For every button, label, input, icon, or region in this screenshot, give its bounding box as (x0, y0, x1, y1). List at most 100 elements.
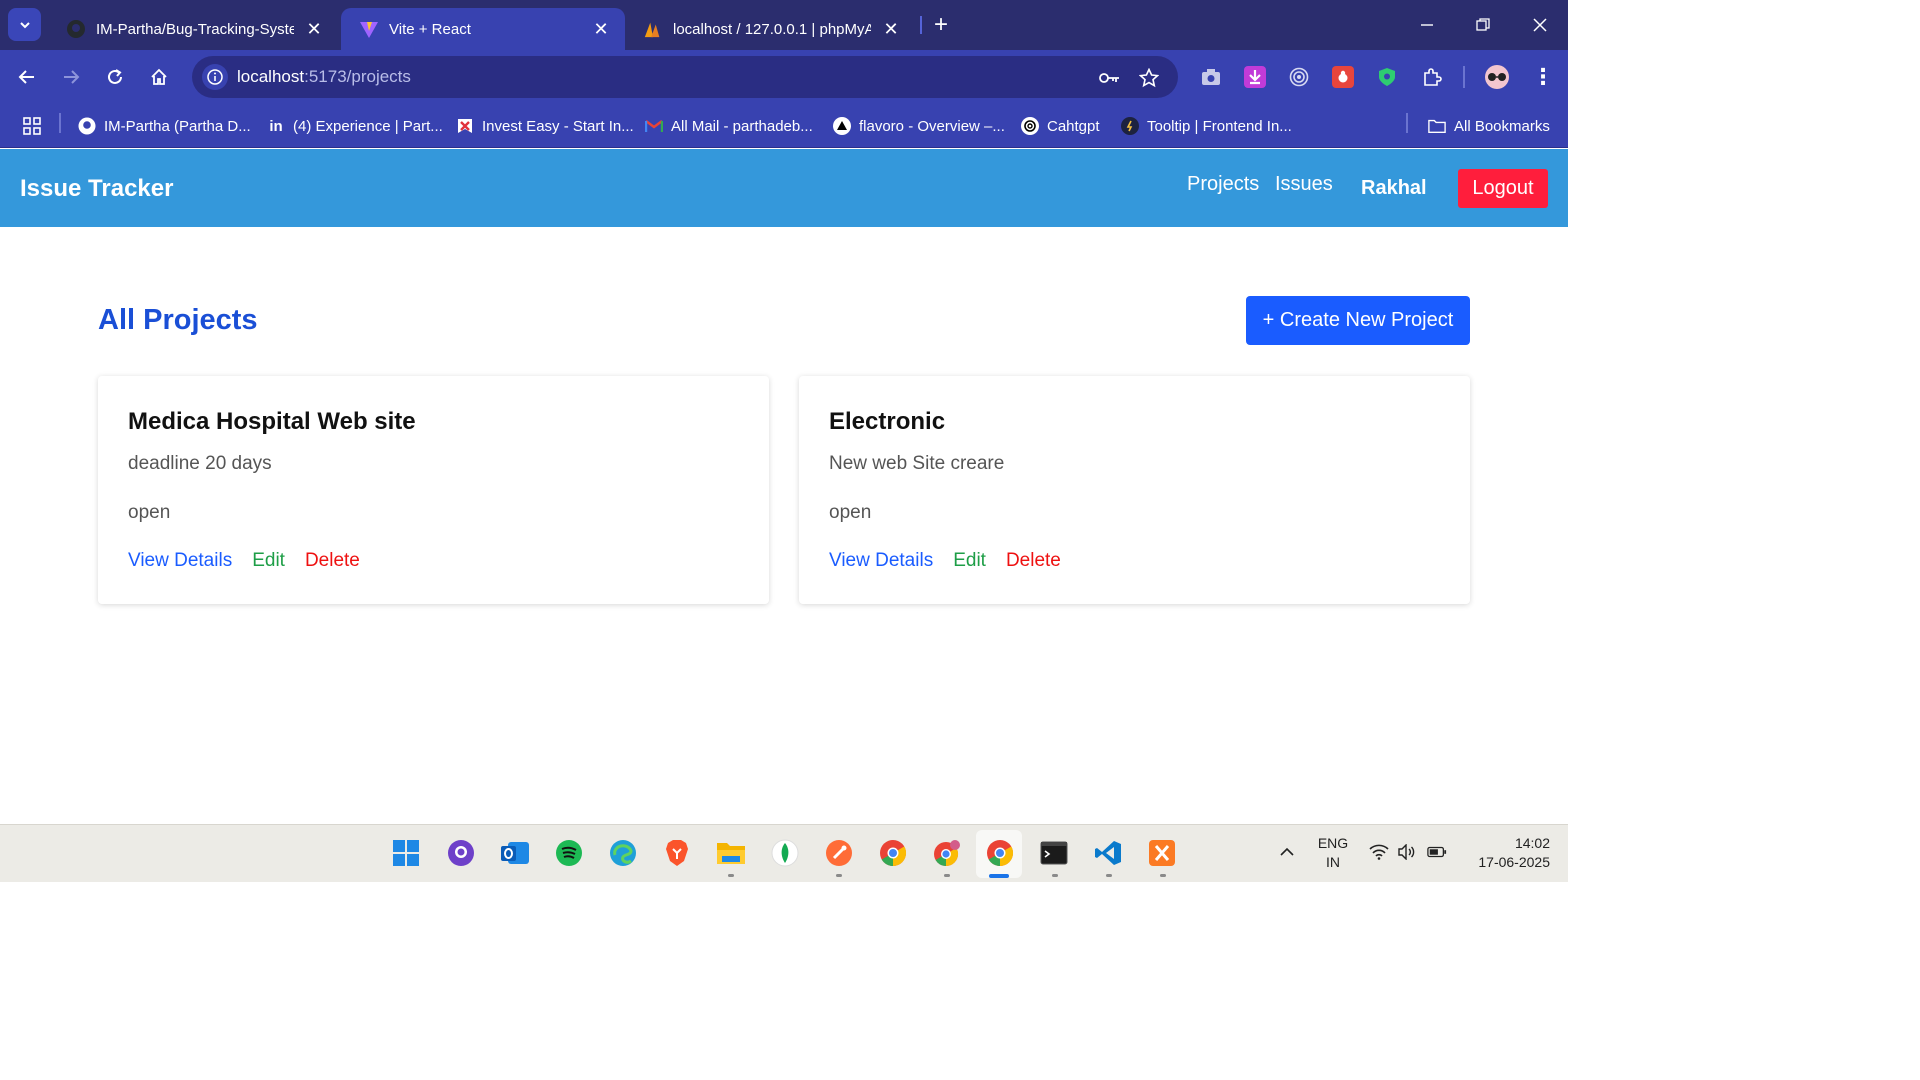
delete-link[interactable]: Delete (1006, 550, 1061, 572)
site-info-icon[interactable] (202, 64, 228, 90)
bookmark-linkedin[interactable]: in (4) Experience | Part... (267, 115, 443, 137)
edit-link[interactable]: Edit (252, 550, 285, 572)
tab-github[interactable]: IM-Partha/Bug-Tracking-System ✕ (48, 8, 338, 50)
project-status: open (829, 502, 872, 523)
shield-extension-icon[interactable] (1376, 66, 1398, 88)
frontend-icon (1121, 117, 1139, 135)
create-project-button[interactable]: + Create New Project (1246, 296, 1470, 345)
logout-button[interactable]: Logout (1458, 169, 1548, 208)
url-host: localhost (237, 67, 305, 86)
minimize-icon[interactable] (1412, 10, 1442, 40)
profile-avatar[interactable] (1485, 65, 1509, 89)
phpmyadmin-icon (643, 19, 663, 39)
chevron-down-icon (19, 21, 30, 28)
file-explorer-icon[interactable] (716, 838, 746, 868)
gmail-icon (645, 117, 663, 135)
view-details-link[interactable]: View Details (128, 550, 232, 572)
chrome-profile-icon[interactable] (932, 838, 962, 868)
chevron-up-icon[interactable] (1277, 842, 1297, 862)
mongodb-compass-icon[interactable] (770, 838, 800, 868)
tab-separator (920, 16, 922, 34)
chatgpt-icon (1021, 117, 1039, 135)
battery-icon[interactable] (1427, 842, 1447, 862)
menu-kebab-icon[interactable]: ⋮ (1532, 64, 1554, 90)
target-extension-icon[interactable] (1288, 66, 1310, 88)
running-indicator (836, 874, 842, 877)
chrome-active-icon[interactable] (985, 838, 1015, 868)
password-key-icon[interactable] (1098, 66, 1122, 90)
address-bar[interactable]: localhost:5173/projects (192, 56, 1178, 98)
github-icon (66, 19, 86, 39)
spotify-icon[interactable] (554, 838, 584, 868)
terminal-icon[interactable] (1039, 838, 1069, 868)
bookmark-invest-easy[interactable]: Invest Easy - Start In... (456, 115, 634, 137)
edit-link[interactable]: Edit (953, 550, 986, 572)
github-icon (78, 117, 96, 135)
running-indicator (1052, 874, 1058, 877)
extensions-puzzle-icon[interactable] (1421, 66, 1443, 88)
project-name: Electronic (829, 408, 946, 435)
tab-vite-react[interactable]: Vite + React ✕ (341, 8, 625, 50)
window-close-icon[interactable] (1525, 10, 1555, 40)
apps-grid-icon[interactable] (22, 115, 42, 137)
close-icon[interactable]: ✕ (304, 19, 324, 39)
volume-icon[interactable] (1397, 842, 1417, 862)
clock[interactable]: 14:02 17-06-2025 (1462, 834, 1550, 872)
bookmark-star-icon[interactable] (1137, 66, 1161, 90)
browser-tab-strip: IM-Partha/Bug-Tracking-System ✕ Vite + R… (0, 0, 1568, 50)
project-card: Medica Hospital Web site deadline 20 day… (98, 376, 769, 604)
running-indicator (944, 874, 950, 877)
screenshot-extension-icon[interactable] (1200, 66, 1222, 88)
bookmark-label: Cahtgpt (1047, 117, 1100, 135)
chrome-icon[interactable] (878, 838, 908, 868)
bookmarks-separator (59, 113, 61, 133)
bookmark-flavoro[interactable]: flavoro - Overview –... (833, 115, 1005, 137)
running-indicator (728, 874, 734, 877)
all-bookmarks[interactable]: All Bookmarks (1428, 115, 1550, 137)
bookmark-label: Tooltip | Frontend In... (1147, 117, 1292, 135)
new-tab-button[interactable]: + (928, 12, 954, 38)
brand-title[interactable]: Issue Tracker (20, 175, 173, 203)
xampp-icon[interactable] (1147, 838, 1177, 868)
restore-icon[interactable] (1468, 10, 1498, 40)
reload-icon[interactable] (100, 62, 130, 92)
postman-icon[interactable] (824, 838, 854, 868)
back-icon[interactable] (12, 62, 42, 92)
download-extension-icon[interactable] (1244, 66, 1266, 88)
tab-phpmyadmin[interactable]: localhost / 127.0.0.1 | phpMyAdmin ✕ (625, 8, 915, 50)
vscode-icon[interactable] (1093, 838, 1123, 868)
home-icon[interactable] (144, 62, 174, 92)
current-user-name: Rakhal (1361, 177, 1427, 199)
brave-icon[interactable] (662, 838, 692, 868)
vercel-icon (833, 117, 851, 135)
bookmark-chatgpt[interactable]: Cahtgpt (1021, 115, 1100, 137)
project-actions: View Details Edit Delete (829, 550, 1061, 572)
github-desktop-icon[interactable] (446, 838, 476, 868)
outlook-icon[interactable] (500, 838, 530, 868)
running-indicator (1106, 874, 1112, 877)
language-indicator[interactable]: ENG IN (1312, 834, 1354, 872)
wifi-icon[interactable] (1369, 842, 1389, 862)
active-app-indicator (989, 874, 1009, 878)
forward-icon[interactable] (56, 62, 86, 92)
bookmark-github[interactable]: IM-Partha (Partha D... (78, 115, 251, 137)
delete-link[interactable]: Delete (305, 550, 360, 572)
bookmark-tooltip-frontend[interactable]: Tooltip | Frontend In... (1121, 115, 1292, 137)
nav-issues-link[interactable]: Issues (1275, 173, 1333, 196)
project-name: Medica Hospital Web site (128, 408, 416, 435)
view-details-link[interactable]: View Details (829, 550, 933, 572)
region-code: IN (1326, 854, 1340, 870)
bookmark-label: (4) Experience | Part... (293, 117, 443, 135)
clock-date: 17-06-2025 (1478, 854, 1550, 870)
close-icon[interactable]: ✕ (591, 19, 611, 39)
url-path: :5173/projects (304, 67, 411, 86)
close-icon[interactable]: ✕ (881, 19, 901, 39)
edge-icon[interactable] (608, 838, 638, 868)
windows-start-icon[interactable] (391, 838, 421, 868)
all-bookmarks-label: All Bookmarks (1454, 117, 1550, 135)
tab-search-button[interactable] (8, 8, 41, 41)
bookmark-gmail[interactable]: All Mail - parthadeb... (645, 115, 813, 137)
bug-extension-icon[interactable] (1332, 66, 1354, 88)
app-header: Issue Tracker Projects Issues Rakhal Log… (0, 149, 1568, 227)
nav-projects-link[interactable]: Projects (1187, 173, 1259, 196)
